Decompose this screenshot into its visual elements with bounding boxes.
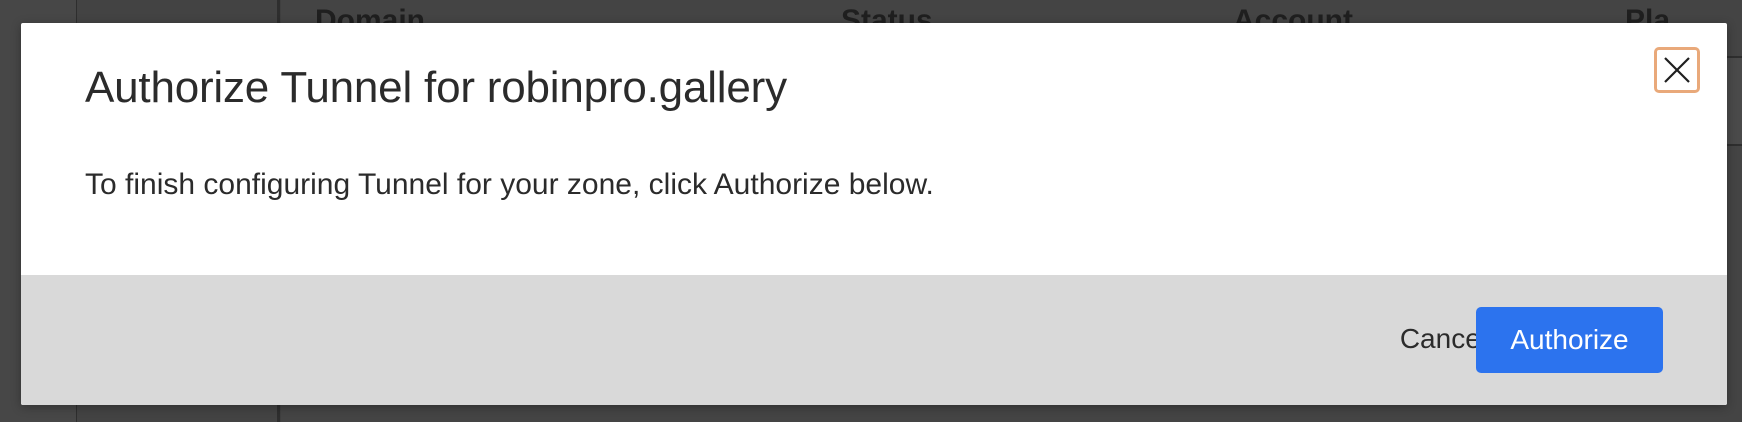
authorize-tunnel-dialog: Authorize Tunnel for robinpro.gallery To… bbox=[21, 23, 1727, 405]
authorize-button[interactable]: Authorize bbox=[1476, 307, 1663, 373]
dialog-message: To finish configuring Tunnel for your zo… bbox=[85, 168, 934, 201]
dialog-title: Authorize Tunnel for robinpro.gallery bbox=[85, 63, 787, 112]
close-icon bbox=[1664, 57, 1690, 83]
cancel-button[interactable]: Cancel bbox=[1400, 325, 1487, 353]
close-button[interactable] bbox=[1654, 47, 1700, 93]
dialog-footer: Cancel Authorize bbox=[21, 275, 1727, 405]
